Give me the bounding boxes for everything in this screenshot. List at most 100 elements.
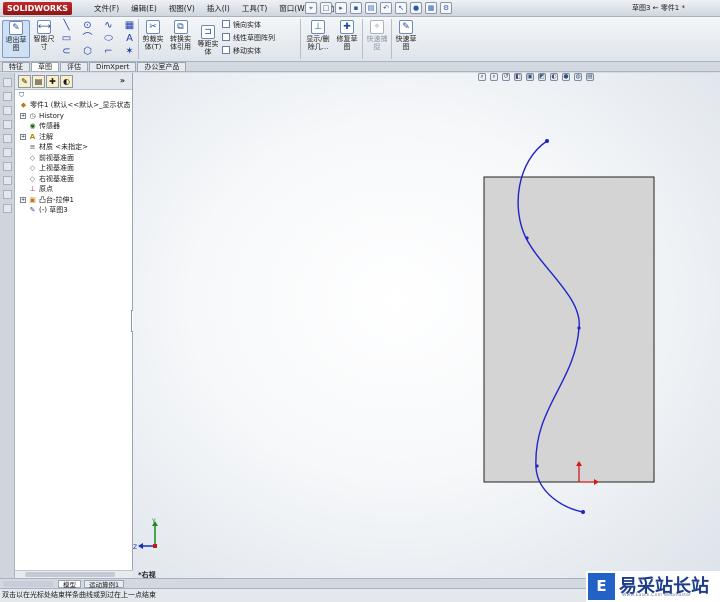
arc-icon[interactable]: ⌒ [82, 33, 93, 44]
slot-icon[interactable]: ⊂ [61, 46, 72, 57]
tree-item-label: 原点 [39, 185, 53, 193]
trim-button[interactable]: ✂ 剪裁实体(T) [140, 20, 166, 58]
tree-item-material[interactable]: ≡ 材质 <未指定> [15, 142, 132, 153]
menu-edit[interactable]: 编辑(E) [125, 2, 163, 15]
tab-motion-study[interactable]: 运动算例1 [84, 580, 125, 589]
property-manager-icon[interactable]: ▤ [32, 75, 45, 88]
display-delete-relations-button[interactable]: ⊥ 显示/删除几... [303, 20, 333, 58]
strip-tool-icon[interactable] [2, 190, 12, 199]
expand-icon[interactable]: + [20, 196, 26, 203]
rebuild-icon[interactable]: ● [410, 2, 422, 14]
document-title: 草图3 ← 零件1 * [632, 4, 685, 12]
convert-entities-button[interactable]: ⧉ 转换实体引用 [167, 20, 194, 58]
ribbon-separator [362, 19, 363, 59]
new-file-icon[interactable]: □ [320, 2, 332, 14]
expand-icon[interactable]: + [20, 112, 26, 119]
grid-icon[interactable]: ▦ [124, 20, 135, 31]
feature-tree-icon[interactable]: ✎ [18, 75, 31, 88]
menu-file[interactable]: 文件(F) [88, 2, 125, 15]
scrollbar-thumb[interactable] [25, 572, 115, 577]
circle-icon[interactable]: ⊙ [82, 20, 93, 31]
file-properties-icon[interactable]: ▦ [425, 2, 437, 14]
spline-point[interactable] [581, 510, 585, 514]
spline-point[interactable] [535, 464, 539, 468]
offset-entities-button[interactable]: ⊐ 等距实体 [196, 25, 220, 58]
strip-tool-icon[interactable] [2, 106, 12, 115]
rapid-sketch-button[interactable]: ✎ 快速草图 [393, 20, 419, 58]
move-icon [222, 46, 230, 54]
print-icon[interactable]: ▤ [365, 2, 377, 14]
extruded-body-face[interactable] [483, 176, 655, 483]
undo-icon[interactable]: ↶ [380, 2, 392, 14]
spline-point[interactable] [545, 139, 549, 143]
strip-tool-icon[interactable] [2, 204, 12, 213]
fillet-icon[interactable]: ⌐ [103, 46, 114, 57]
tree-item-boss-extrude[interactable]: + ▣ 凸台-拉伸1 [15, 195, 132, 206]
strip-tool-icon[interactable] [2, 176, 12, 185]
menu-insert[interactable]: 插入(I) [201, 2, 236, 15]
display-manager-icon[interactable]: ◐ [60, 75, 73, 88]
spline-point[interactable] [525, 236, 529, 240]
tab-scroll-arrows[interactable] [3, 581, 53, 587]
move-entities-button[interactable]: 移动实体 [222, 46, 261, 56]
tree-item-annotations[interactable]: + A 注解 [15, 132, 132, 143]
tab-office-products[interactable]: 办公室产品 [137, 62, 187, 71]
sketch-canvas[interactable] [133, 73, 720, 578]
tree-item-right-plane[interactable]: ◇ 右视基准面 [15, 174, 132, 185]
exit-sketch-icon: ✎ [9, 21, 23, 35]
tab-sketch[interactable]: 草图 [31, 62, 59, 71]
tree-item-history[interactable]: + ◷ History [15, 111, 132, 122]
options-icon[interactable]: ⚙ [440, 2, 452, 14]
spline-icon[interactable]: ∿ [103, 20, 114, 31]
tree-item-front-plane[interactable]: ◇ 前视基准面 [15, 153, 132, 164]
polygon-icon[interactable]: ⬡ [82, 46, 93, 57]
tab-model[interactable]: 模型 [58, 580, 81, 589]
tree-item-origin[interactable]: ⊥ 原点 [15, 184, 132, 195]
strip-tool-icon[interactable] [2, 162, 12, 171]
exit-sketch-label: 退出草图 [5, 36, 27, 52]
strip-tool-icon[interactable] [2, 78, 12, 87]
line-icon[interactable]: ╲ [61, 20, 72, 31]
pin-icon[interactable]: ⌖ [305, 2, 317, 14]
menu-view[interactable]: 视图(V) [163, 2, 201, 15]
text-icon[interactable]: A [124, 33, 135, 44]
ellipse-icon[interactable]: ⬭ [103, 33, 114, 44]
menu-tools[interactable]: 工具(T) [236, 2, 273, 15]
configuration-manager-icon[interactable]: ✚ [46, 75, 59, 88]
strip-tool-icon[interactable] [2, 120, 12, 129]
linear-pattern-button[interactable]: 线性草图阵列 [222, 33, 275, 43]
tree-root-label: 零件1 (默认<<默认>_显示状态 [30, 101, 131, 109]
select-icon[interactable]: ↖ [395, 2, 407, 14]
open-file-icon[interactable]: ▸ [335, 2, 347, 14]
tab-dimxpert[interactable]: DimXpert [89, 62, 137, 71]
tree-item-sensors[interactable]: ◉ 传感器 [15, 121, 132, 132]
tree-root[interactable]: ◆ 零件1 (默认<<默认>_显示状态 [15, 100, 132, 111]
tab-features[interactable]: 特征 [2, 62, 30, 71]
tree-item-label: 材质 <未指定> [39, 143, 88, 151]
expand-icon[interactable]: + [20, 133, 26, 140]
panel-horizontal-scrollbar[interactable] [15, 570, 133, 578]
funnel-icon[interactable]: ⛉ [15, 90, 132, 100]
extrude-icon: ▣ [29, 195, 36, 204]
panel-tab-bar: ✎ ▤ ✚ ◐ » [15, 73, 132, 90]
point-icon[interactable]: ✶ [124, 46, 135, 57]
strip-tool-icon[interactable] [2, 134, 12, 143]
tab-evaluate[interactable]: 评估 [60, 62, 88, 71]
smart-dimension-button[interactable]: ⟷ 智能尺寸 [32, 20, 56, 58]
solidworks-logo[interactable]: SOLIDWORKS [3, 2, 73, 15]
mirror-entities-button[interactable]: 镜向实体 [222, 20, 261, 30]
exit-sketch-button[interactable]: ✎ 退出草图 [2, 20, 30, 58]
tree-item-label: History [39, 111, 64, 120]
graphics-area[interactable]: ⌕ ⌕ ↺ ◧ ▣ ◩ ◐ ● ◍ ▤ Y Z *右视 [133, 73, 720, 578]
rectangle-icon[interactable]: ▭ [61, 33, 72, 44]
more-tabs-icon[interactable]: » [116, 75, 129, 88]
strip-tool-icon[interactable] [2, 148, 12, 157]
repair-sketch-button[interactable]: ✚ 修复草图 [334, 20, 360, 58]
quick-snaps-button[interactable]: ⌖ 快速捕捉 [364, 20, 390, 58]
tree-item-sketch3[interactable]: ✎ (-) 草图3 [15, 205, 132, 216]
save-icon[interactable]: ▪ [350, 2, 362, 14]
repair-sketch-icon: ✚ [340, 20, 354, 34]
strip-tool-icon[interactable] [2, 92, 12, 101]
spline-point[interactable] [577, 326, 581, 330]
tree-item-top-plane[interactable]: ◇ 上视基准面 [15, 163, 132, 174]
